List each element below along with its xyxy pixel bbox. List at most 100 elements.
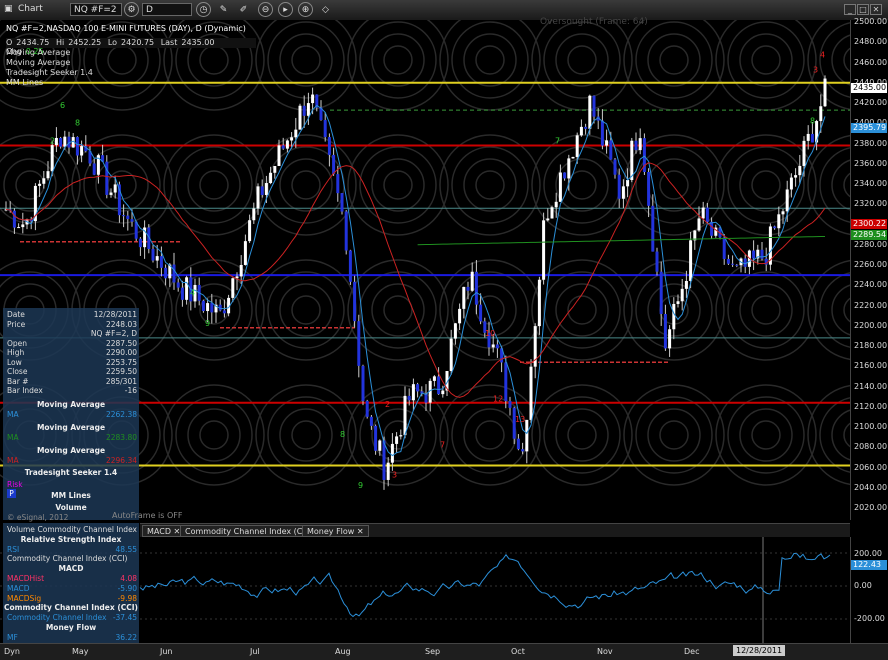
- candle-up: [21, 224, 25, 228]
- candle-down: [726, 258, 730, 264]
- seeker-count: 8: [340, 430, 345, 439]
- candle-down: [222, 310, 226, 314]
- minimize-button[interactable]: _: [844, 4, 856, 15]
- lower-data-row-value: -37.45: [112, 613, 137, 623]
- legend-title: NQ #F=2,NASDAQ 100 E-MINI FUTURES (DAY),…: [6, 24, 246, 33]
- candle-down: [130, 219, 134, 222]
- candle-up: [54, 137, 58, 146]
- interval-select[interactable]: D: [142, 3, 192, 16]
- background-circle: [107, 45, 137, 75]
- candle-down: [348, 250, 352, 282]
- background-circle: [659, 420, 689, 450]
- link-icon[interactable]: ⚙: [124, 2, 139, 17]
- background-circle: [463, 158, 517, 212]
- candle-down: [151, 248, 155, 261]
- background-circle: [531, 384, 633, 486]
- candle-down: [495, 344, 499, 349]
- ma-value-row: MA 2296.34: [7, 456, 137, 465]
- symbol-value: NQ #F=2: [74, 5, 117, 15]
- background-circle: [739, 283, 793, 337]
- seeker-count: 7: [440, 440, 445, 449]
- background-circle: [199, 45, 229, 75]
- date-axis[interactable]: Dyn May Jun Jul Aug Sep Oct Nov Dec 12/2…: [0, 643, 888, 660]
- study-tabs: MACD ✕ Commodity Channel Index (CCI) ✕ M…: [140, 523, 850, 538]
- background-circle: [831, 409, 850, 461]
- background-circle: [751, 170, 781, 200]
- seeker-count: 3: [813, 66, 818, 75]
- tab-money-flow[interactable]: Money Flow ✕: [302, 525, 369, 537]
- candle-down: [479, 304, 483, 322]
- candle-down: [634, 140, 638, 151]
- candle-up: [676, 301, 680, 304]
- clock-icon[interactable]: ◷: [196, 2, 211, 17]
- month-nov: Nov: [597, 647, 613, 656]
- candle-up: [701, 207, 705, 219]
- seeker-title: Tradesight Seeker 1.4: [24, 468, 118, 477]
- lower-section-title: Commodity Channel Index (CCI): [3, 603, 138, 613]
- data-row-label: Bar Index: [7, 386, 43, 395]
- candle-up: [206, 303, 210, 312]
- data-row-value: 2248.03: [105, 319, 137, 329]
- candle-up: [185, 277, 189, 300]
- price-axis[interactable]: 2500.002480.002460.002440.002420.002400.…: [850, 17, 888, 520]
- candle-down: [353, 281, 357, 322]
- draw-tool-icon[interactable]: ✐: [236, 2, 251, 17]
- candle-up: [571, 156, 575, 159]
- candle-up: [395, 436, 399, 444]
- price-tick: 2280.00: [854, 239, 888, 249]
- background-circle: [279, 408, 333, 462]
- candle-up: [411, 384, 415, 401]
- open-value: 2434.75: [16, 38, 50, 47]
- candle-down: [172, 264, 176, 283]
- data-row-label: High: [7, 348, 25, 357]
- lower-section-title: MACD: [58, 564, 84, 574]
- symbol-input[interactable]: NQ #F=2: [70, 3, 122, 16]
- risk-label: Risk: [7, 480, 23, 489]
- candle-up: [231, 278, 235, 298]
- background-circle: [739, 33, 793, 87]
- pencil-icon[interactable]: ✎: [216, 2, 231, 17]
- background-circle: [347, 134, 449, 236]
- ma-section-title: Moving Average: [36, 400, 106, 409]
- seeker-count: 13: [515, 415, 525, 424]
- background-circle: [383, 295, 413, 325]
- study-legend: Moving Average Moving Average Tradesight…: [6, 48, 93, 88]
- tab-macd[interactable]: MACD ✕: [142, 525, 186, 537]
- background-circle: [647, 33, 701, 87]
- candle-down: [92, 163, 96, 175]
- candle-down: [336, 174, 340, 194]
- last-label: Last: [160, 38, 178, 47]
- play-icon[interactable]: ▸: [278, 2, 293, 17]
- eraser-icon[interactable]: ◇: [318, 2, 333, 17]
- candle-up: [806, 133, 810, 141]
- background-circle: [163, 384, 265, 486]
- maximize-button[interactable]: □: [857, 4, 869, 15]
- cci-axis[interactable]: 200.00 0.00 -200.00 122.43: [850, 537, 888, 643]
- candle-up: [42, 178, 46, 184]
- candle-up: [558, 172, 562, 202]
- candle-down: [138, 238, 142, 248]
- close-button[interactable]: ✕: [870, 4, 882, 15]
- background-circle: [371, 33, 425, 87]
- dynamic-toggle[interactable]: Dyn: [4, 647, 20, 656]
- data-row-value: 2287.50: [105, 338, 137, 348]
- candle-up: [626, 180, 630, 187]
- zoom-icon[interactable]: ⊖: [258, 2, 273, 17]
- background-circle: [187, 408, 241, 462]
- background-circle: [199, 420, 229, 450]
- background-circle: [291, 170, 321, 200]
- candle-up: [491, 344, 495, 348]
- price-tick: 2500.00: [854, 17, 888, 26]
- candle-up: [294, 129, 298, 138]
- background-circle: [187, 158, 241, 212]
- candle-up: [17, 227, 21, 229]
- open-label: O: [6, 38, 13, 47]
- candle-up: [802, 140, 806, 166]
- candle-up: [290, 137, 294, 141]
- candle-down: [731, 263, 735, 265]
- candle-down: [617, 174, 621, 199]
- candle-up: [672, 303, 676, 330]
- add-study-icon[interactable]: ⊕: [298, 2, 313, 17]
- price-tick: 2160.00: [854, 361, 888, 371]
- lower-data-row: Volume Commodity Channel Index: [7, 525, 137, 534]
